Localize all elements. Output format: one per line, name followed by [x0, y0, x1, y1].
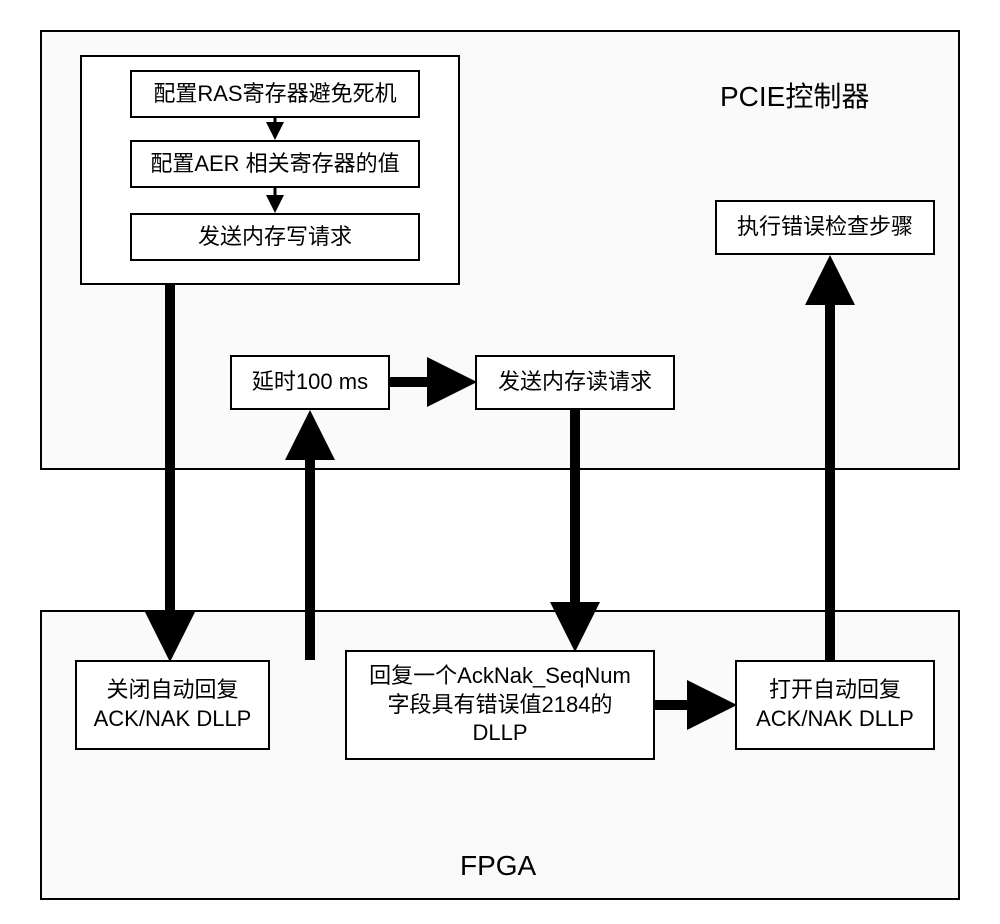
- diagram-container: PCIE控制器 FPGA 配置RAS寄存器避免死机 配置AER 相关寄存器的值 …: [0, 0, 1000, 924]
- box-delay: 延时100 ms: [230, 355, 390, 410]
- box-reply-dllp: 回复一个AckNak_SeqNum 字段具有错误值2184的 DLLP: [345, 650, 655, 760]
- box-close-auto: 关闭自动回复 ACK/NAK DLLP: [75, 660, 270, 750]
- box-open-auto: 打开自动回复 ACK/NAK DLLP: [735, 660, 935, 750]
- box-config-aer: 配置AER 相关寄存器的值: [130, 140, 420, 188]
- box-exec-check: 执行错误检查步骤: [715, 200, 935, 255]
- fpga-label: FPGA: [460, 850, 536, 882]
- box-send-read: 发送内存读请求: [475, 355, 675, 410]
- box-config-ras: 配置RAS寄存器避免死机: [130, 70, 420, 118]
- box-send-write: 发送内存写请求: [130, 213, 420, 261]
- pcie-label: PCIE控制器: [720, 75, 869, 115]
